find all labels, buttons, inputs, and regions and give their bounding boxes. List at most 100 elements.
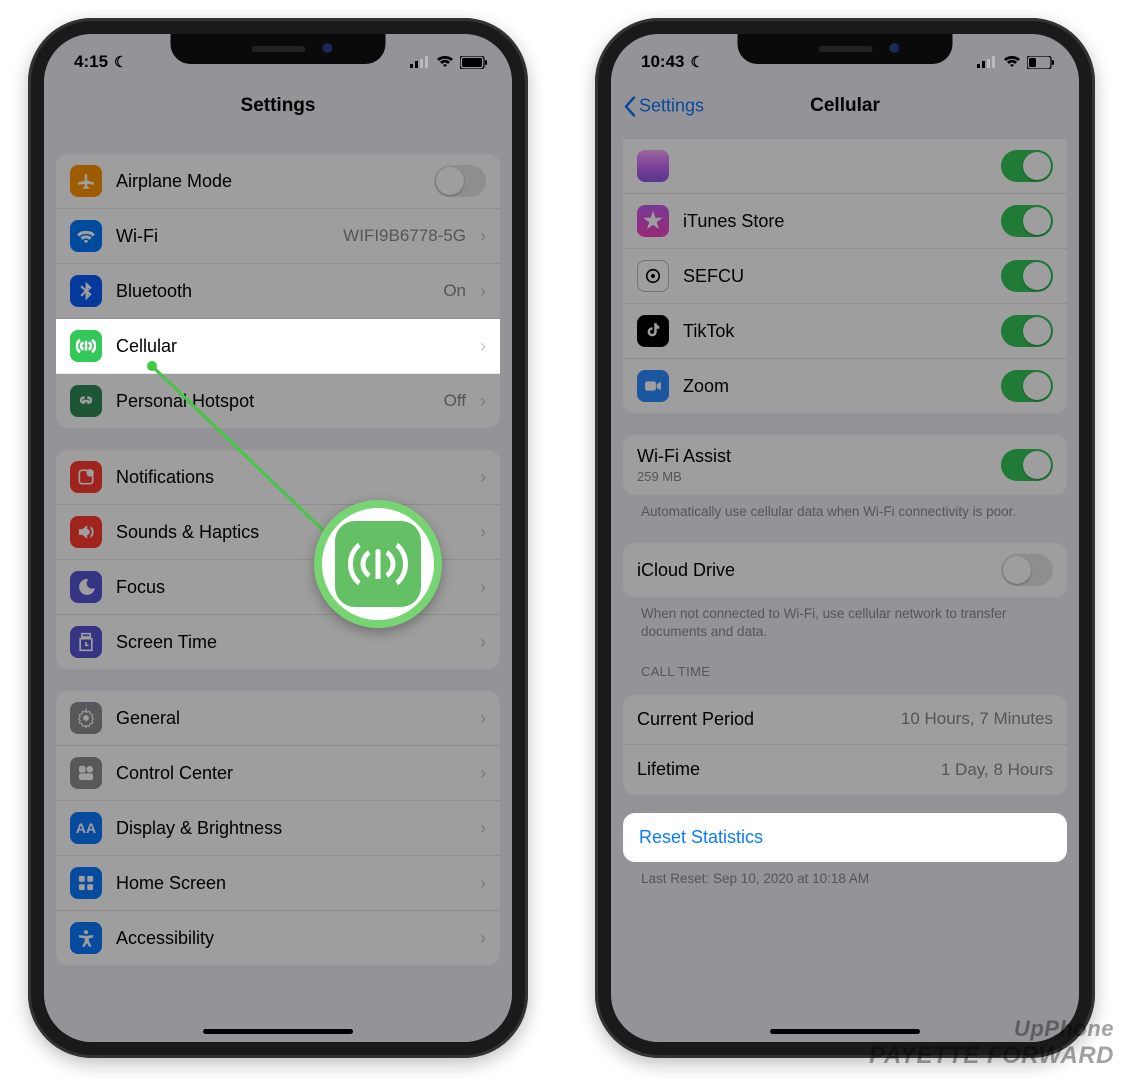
sounds-icon	[70, 516, 102, 548]
row-general[interactable]: General ›	[56, 691, 500, 746]
row-value: 1 Day, 8 Hours	[941, 760, 1053, 780]
gear-icon	[70, 702, 102, 734]
toggle[interactable]	[1001, 315, 1053, 347]
control-center-icon	[70, 757, 102, 789]
wifi-icon	[70, 220, 102, 252]
row-home-screen[interactable]: Home Screen ›	[56, 856, 500, 911]
toggle[interactable]	[1001, 150, 1053, 182]
chevron-right-icon: ›	[480, 336, 486, 357]
airplane-icon	[70, 165, 102, 197]
battery-icon	[460, 56, 488, 69]
row-cellular[interactable]: Cellular ›	[56, 319, 500, 374]
screen-time-icon	[70, 626, 102, 658]
row-label: Notifications	[116, 467, 214, 488]
zoom-icon	[637, 370, 669, 402]
row-label: Wi-Fi Assist	[637, 446, 731, 467]
chevron-right-icon: ›	[480, 281, 486, 302]
cellular-apps-group: ★ iTunes Store SEFCU TikTok	[623, 138, 1067, 413]
phone-mockup-left: 4:15 ☾ Settings Ai	[28, 18, 528, 1058]
row-label: Display & Brightness	[116, 818, 282, 839]
display-icon: AA	[70, 812, 102, 844]
page-title: Settings	[241, 95, 316, 117]
row-label: Cellular	[116, 336, 177, 357]
icloud-drive-group: iCloud Drive	[623, 543, 1067, 597]
row-label: Home Screen	[116, 873, 226, 894]
battery-icon	[1027, 56, 1055, 69]
row-screen-time[interactable]: Screen Time ›	[56, 615, 500, 669]
hotspot-icon	[70, 385, 102, 417]
row-bluetooth[interactable]: Bluetooth On ›	[56, 264, 500, 319]
row-wifi[interactable]: Wi-Fi WIFI9B6778-5G ›	[56, 209, 500, 264]
cellular-signal-icon	[977, 56, 997, 68]
page-title: Cellular	[810, 95, 880, 117]
status-time: 10:43	[641, 52, 684, 72]
row-notifications[interactable]: Notifications ›	[56, 450, 500, 505]
row-icloud-drive[interactable]: iCloud Drive	[623, 543, 1067, 597]
row-value: Off	[444, 391, 466, 411]
back-button[interactable]: Settings	[623, 96, 704, 117]
chevron-right-icon: ›	[480, 391, 486, 412]
settings-group-connectivity: Airplane Mode Wi-Fi WIFI9B6778-5G ›	[56, 154, 500, 428]
wifi-icon	[1003, 56, 1021, 68]
nav-bar: Settings	[44, 80, 512, 132]
focus-icon	[70, 571, 102, 603]
wifi-icon	[436, 56, 454, 68]
do-not-disturb-icon: ☾	[690, 53, 703, 71]
chevron-right-icon: ›	[480, 577, 486, 598]
row-label: Focus	[116, 577, 165, 598]
app-icon	[637, 150, 669, 182]
row-current-period: Current Period 10 Hours, 7 Minutes	[623, 695, 1067, 745]
row-label: Lifetime	[637, 759, 700, 780]
toggle[interactable]	[1001, 370, 1053, 402]
row-personal-hotspot[interactable]: Personal Hotspot Off ›	[56, 374, 500, 428]
row-label: Sounds & Haptics	[116, 522, 259, 543]
home-screen-icon	[70, 867, 102, 899]
toggle[interactable]	[1001, 554, 1053, 586]
row-zoom[interactable]: Zoom	[623, 359, 1067, 413]
row-lifetime: Lifetime 1 Day, 8 Hours	[623, 745, 1067, 795]
row-label: SEFCU	[683, 266, 744, 287]
toggle[interactable]	[1001, 449, 1053, 481]
row-label: Bluetooth	[116, 281, 192, 302]
row-accessibility[interactable]: Accessibility ›	[56, 911, 500, 965]
row-label: Zoom	[683, 376, 729, 397]
cellular-icon	[70, 330, 102, 362]
itunes-icon: ★	[637, 205, 669, 237]
home-indicator	[203, 1029, 353, 1034]
row-itunes-store[interactable]: ★ iTunes Store	[623, 194, 1067, 249]
toggle[interactable]	[1001, 260, 1053, 292]
chevron-right-icon: ›	[480, 818, 486, 839]
tiktok-icon	[637, 315, 669, 347]
airplane-toggle[interactable]	[434, 165, 486, 197]
row-sefcu[interactable]: SEFCU	[623, 249, 1067, 304]
toggle[interactable]	[1001, 205, 1053, 237]
row-display[interactable]: AA Display & Brightness ›	[56, 801, 500, 856]
notch	[171, 34, 386, 64]
settings-group-general: General › Control Center › AA Display & …	[56, 691, 500, 965]
row-label: Accessibility	[116, 928, 214, 949]
row-value: 10 Hours, 7 Minutes	[901, 709, 1053, 729]
icloud-drive-note: When not connected to Wi-Fi, use cellula…	[623, 597, 1067, 641]
watermark: UpPhone PAYETTE FORWARD	[869, 1016, 1114, 1070]
row-label: Personal Hotspot	[116, 391, 254, 412]
do-not-disturb-icon: ☾	[114, 53, 127, 71]
reset-statistics-button[interactable]: Reset Statistics	[623, 813, 1067, 862]
status-icons	[977, 56, 1055, 69]
reset-label: Reset Statistics	[639, 827, 763, 847]
row-app[interactable]	[623, 138, 1067, 194]
row-wifi-assist[interactable]: Wi-Fi Assist 259 MB	[623, 435, 1067, 495]
row-label: Current Period	[637, 709, 754, 730]
row-control-center[interactable]: Control Center ›	[56, 746, 500, 801]
row-tiktok[interactable]: TikTok	[623, 304, 1067, 359]
notch	[738, 34, 953, 64]
accessibility-icon	[70, 922, 102, 954]
call-time-group: Current Period 10 Hours, 7 Minutes Lifet…	[623, 695, 1067, 795]
phone-mockup-right: 10:43 ☾ Settings Cellular	[595, 18, 1095, 1058]
nav-bar: Settings Cellular	[611, 80, 1079, 132]
notifications-icon	[70, 461, 102, 493]
row-label: General	[116, 708, 180, 729]
back-label: Settings	[639, 96, 704, 117]
row-label: iCloud Drive	[637, 560, 735, 581]
row-airplane-mode[interactable]: Airplane Mode	[56, 154, 500, 209]
watermark-line2: PAYETTE FORWARD	[869, 1042, 1114, 1070]
